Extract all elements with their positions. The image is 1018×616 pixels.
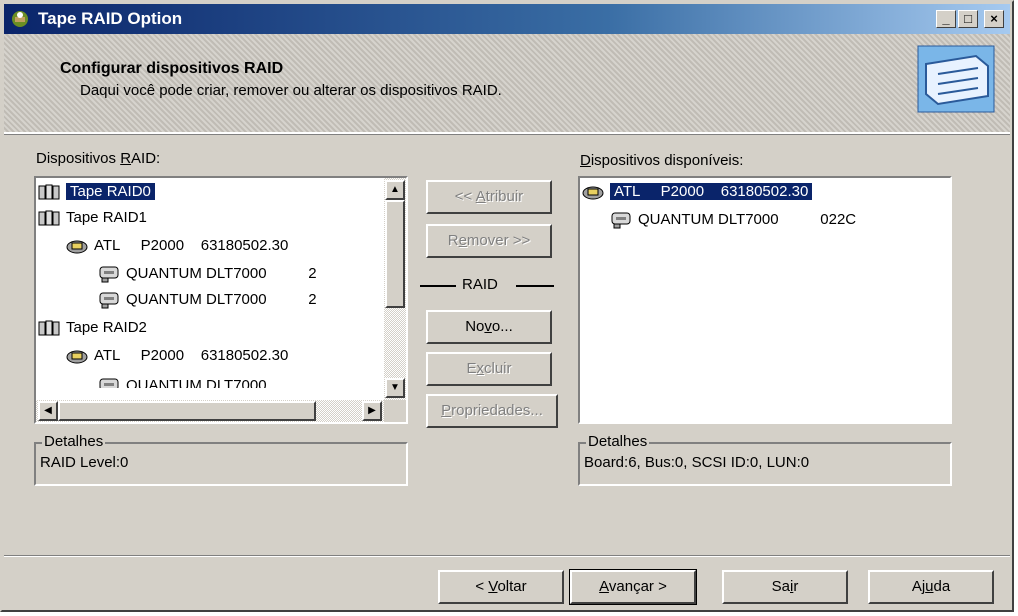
minimize-button[interactable]: _: [936, 10, 956, 28]
library-icon: [66, 240, 88, 254]
avancar-button[interactable]: Avançar >: [569, 569, 697, 605]
tree-item-tape-raid2[interactable]: Tape RAID2: [38, 316, 147, 340]
raid-divider-label: RAID: [462, 276, 498, 293]
close-button[interactable]: ×: [984, 10, 1004, 28]
sair-button[interactable]: Sair: [722, 570, 848, 604]
voltar-button[interactable]: < Voltar: [438, 570, 564, 604]
divider-line: [420, 285, 456, 287]
header-subtitle: Daqui você pode criar, remover ou altera…: [80, 82, 502, 99]
scroll-thumb[interactable]: [385, 200, 405, 308]
footer-separator: [4, 555, 1010, 557]
tape-drive-icon: [611, 212, 631, 229]
tree-item-atl-library[interactable]: ATL P2000 63180502.30: [582, 180, 813, 204]
scroll-left-button[interactable]: ◀: [38, 401, 58, 421]
tree-item-atl-library[interactable]: ATL P2000 63180502.30: [66, 234, 288, 258]
maximize-button[interactable]: □: [958, 10, 978, 28]
raid-divider: RAID: [420, 274, 554, 298]
tree-item-quantum-drive[interactable]: QUANTUM DLT7000: [98, 374, 267, 388]
excluir-button[interactable]: Excluir: [426, 352, 552, 386]
scroll-corner: [384, 400, 406, 422]
raid-icon: [38, 320, 60, 336]
tree-item-quantum-drive[interactable]: QUANTUM DLT7000 2: [98, 262, 317, 286]
tape-storage-icon: [917, 45, 995, 113]
window-title: Tape RAID Option: [38, 9, 183, 28]
raid-icon: [38, 210, 60, 226]
tree-item-tape-raid1[interactable]: Tape RAID1: [38, 206, 147, 230]
library-icon: [66, 350, 88, 364]
ajuda-button[interactable]: Ajuda: [868, 570, 994, 604]
atribuir-button[interactable]: << Atribuir: [426, 180, 552, 214]
tree-item-quantum-drive[interactable]: QUANTUM DLT7000 2: [98, 288, 317, 312]
raid-devices-label: Dispositivos RAID:: [36, 150, 161, 167]
divider-line: [516, 285, 554, 287]
details-legend: Detalhes: [586, 433, 650, 450]
title-bar[interactable]: Tape RAID Option _ □ ×: [4, 4, 1010, 34]
tape-raid-window: Tape RAID Option _ □ × Configurar dispos…: [0, 0, 1014, 612]
tree-item-quantum-drive[interactable]: QUANTUM DLT7000 022C: [610, 208, 856, 232]
remover-button[interactable]: Remover >>: [426, 224, 552, 258]
tape-drive-icon: [99, 378, 119, 388]
tape-drive-icon: [99, 292, 119, 309]
available-devices-tree[interactable]: ATL P2000 63180502.30 QUANTUM DLT7000 02…: [578, 176, 952, 424]
tree-item-tape-raid0[interactable]: Tape RAID0: [38, 180, 155, 204]
raid-details-value: RAID Level:0: [40, 454, 129, 471]
details-legend: Detalhes: [42, 433, 106, 450]
scroll-down-button[interactable]: ▼: [385, 378, 405, 398]
tree-item-atl-library[interactable]: ATL P2000 63180502.30: [66, 344, 288, 368]
raid-details-group: Detalhes RAID Level:0: [34, 433, 408, 486]
scroll-right-button[interactable]: ▶: [362, 401, 382, 421]
tape-drive-icon: [99, 266, 119, 283]
raid-devices-tree[interactable]: Tape RAID0 Tape RAID1 ATL P2000 63180502…: [34, 176, 408, 424]
library-icon: [582, 186, 604, 200]
available-devices-label: Dispositivos disponíveis:: [580, 152, 744, 169]
wizard-header: Configurar dispositivos RAID Daqui você …: [4, 34, 1010, 134]
app-icon: [12, 11, 28, 27]
scroll-up-button[interactable]: ▲: [385, 180, 405, 200]
hscroll-thumb[interactable]: [58, 401, 316, 421]
device-details-group: Detalhes Board:6, Bus:0, SCSI ID:0, LUN:…: [578, 433, 952, 486]
device-details-value: Board:6, Bus:0, SCSI ID:0, LUN:0: [584, 454, 810, 471]
novo-button[interactable]: Novo...: [426, 310, 552, 344]
propriedades-button[interactable]: Propriedades...: [426, 394, 558, 428]
raid-icon: [38, 184, 60, 200]
header-title: Configurar dispositivos RAID: [60, 60, 284, 77]
